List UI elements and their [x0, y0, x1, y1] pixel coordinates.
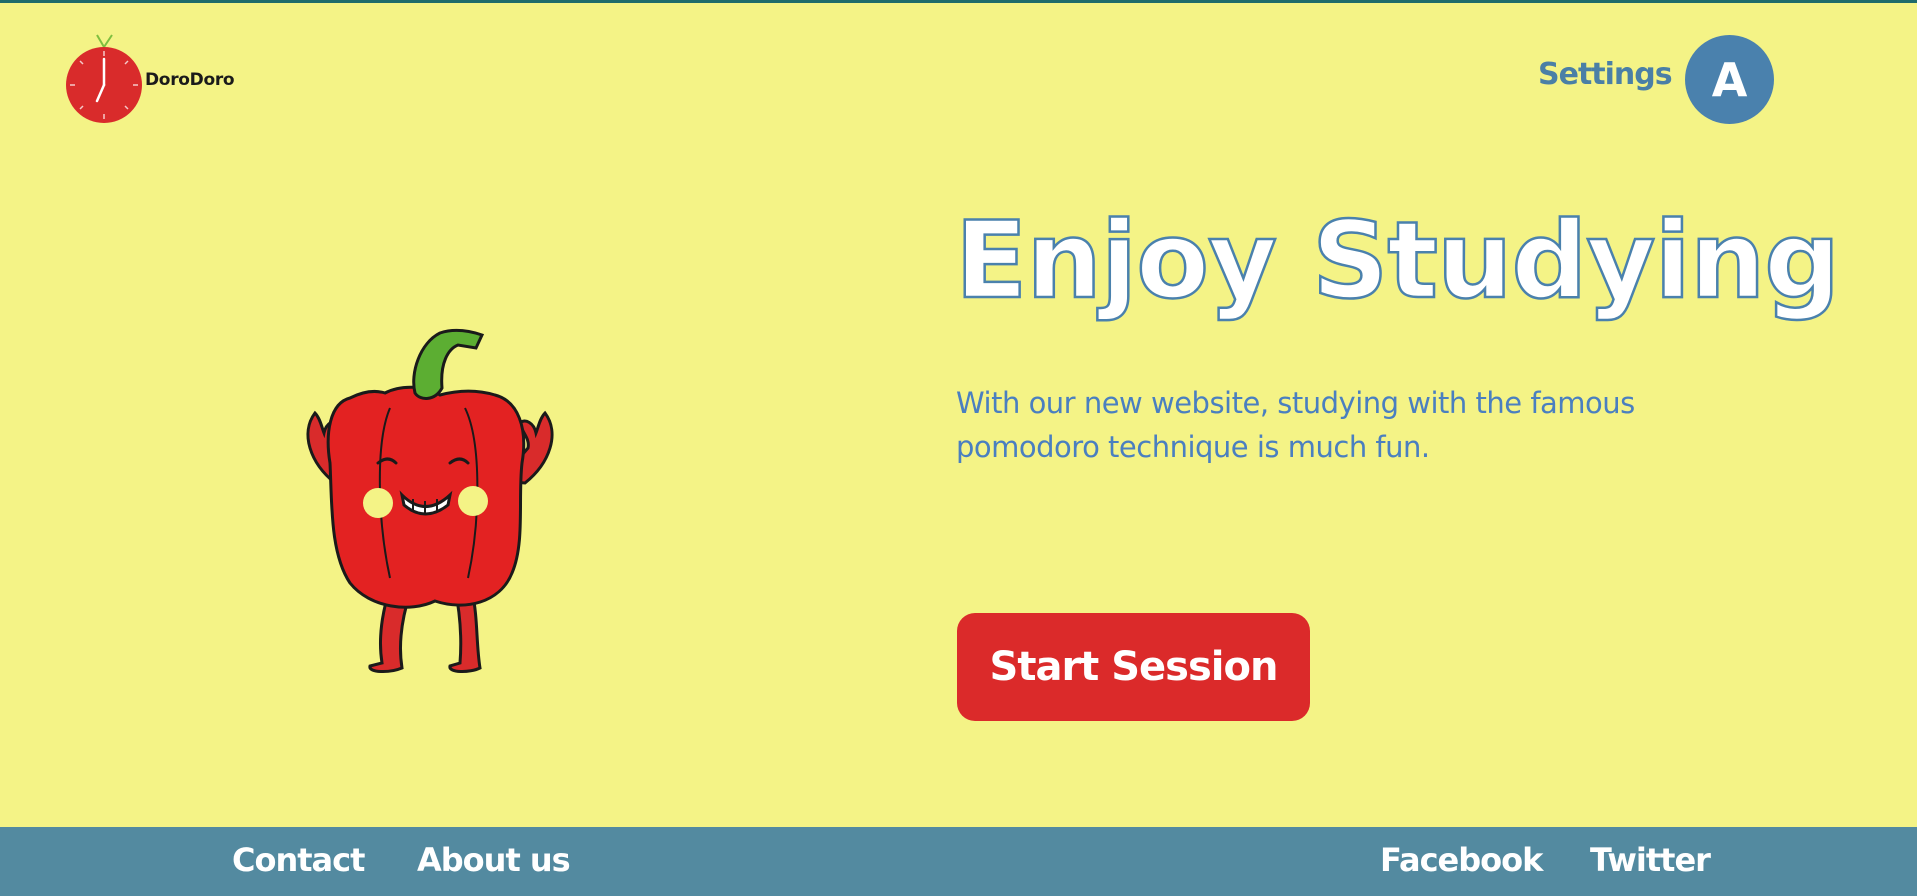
page: DoroDoro Settings A Enjoy Studying With …	[0, 0, 1917, 896]
brand-name: DoroDoro	[145, 69, 235, 90]
footer-link-about-us[interactable]: About us	[417, 841, 571, 879]
brand-logo[interactable]: DoroDoro	[65, 29, 235, 124]
settings-link[interactable]: Settings	[1538, 57, 1673, 92]
tomato-clock-icon	[66, 34, 142, 123]
pepper-stem	[412, 328, 485, 400]
start-session-button[interactable]: Start Session	[957, 613, 1310, 721]
footer: Contact About us Facebook Twitter	[0, 827, 1917, 896]
pepper-body	[326, 385, 526, 609]
footer-link-contact[interactable]: Contact	[232, 841, 365, 879]
hero-title: Enjoy Studying	[954, 199, 1842, 322]
hero-description: With our new website, studying with the …	[956, 386, 1635, 464]
user-avatar[interactable]: A	[1685, 35, 1774, 124]
footer-link-facebook[interactable]: Facebook	[1380, 841, 1543, 879]
bell-pepper-mascot	[306, 328, 554, 673]
footer-link-twitter[interactable]: Twitter	[1590, 841, 1711, 879]
